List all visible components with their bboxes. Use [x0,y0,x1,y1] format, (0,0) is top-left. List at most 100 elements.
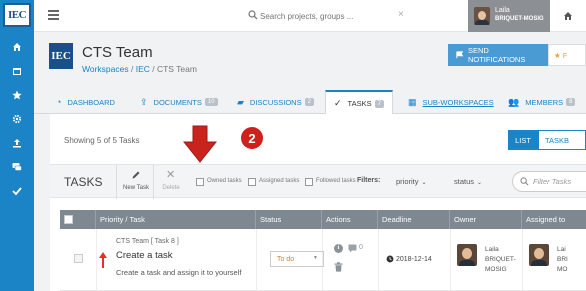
home-button[interactable] [550,0,586,32]
user-first-name: Laila [495,7,510,14]
iec-logo[interactable]: IEC [3,3,31,27]
status-value: status [454,177,475,186]
chevron-down-icon: ⌄ [421,180,427,186]
assigned-tasks-checkbox[interactable] [248,178,256,186]
followed-tasks-checkbox[interactable] [305,178,313,186]
tab-sub-workspaces[interactable]: ▦ SUB-WORKSPACES [408,90,494,114]
tab-count: 10 [204,98,218,106]
check-icon[interactable] [9,184,25,198]
trash-icon[interactable] [334,262,343,272]
gear-icon[interactable] [9,112,25,126]
chat-icon: ▰ [237,96,244,107]
filter-tasks-placeholder: Filter Tasks [533,177,572,186]
col-status[interactable]: Status [256,210,322,229]
home-icon[interactable] [9,40,25,54]
delete-button[interactable]: ✕ Delete [156,165,186,199]
send-notifications-button[interactable]: SEND NOTIFICATIONS [448,44,548,66]
delete-label: Delete [162,185,180,191]
status-dropdown[interactable]: status ⌄ [454,177,482,186]
assignee-name: Lai BRI MO [557,245,586,275]
select-all-checkbox[interactable] [64,215,73,224]
status-select[interactable]: To do ▼ [270,251,324,267]
owner-name: Laila BRIQUET- MOSIG [485,245,525,275]
new-task-button[interactable]: New Task [116,165,154,199]
search-icon [248,10,258,20]
breadcrumb-separator: / [149,64,157,74]
col-priority-task[interactable]: Priority / Task [96,210,256,229]
step-badge: 2 [241,127,263,149]
tab-documents[interactable]: ⇪ DOCUMENTS 10 [140,90,218,114]
user-menu[interactable]: Laila BRIQUET-MOSIG [468,0,550,32]
filter-tasks-input[interactable]: Filter Tasks [512,171,586,192]
col-assigned-to[interactable]: Assigned to [522,210,586,229]
tab-discussions[interactable]: ▰ DISCUSSIONS 2 [237,90,314,114]
owner-name-line: BRIQUET- [485,256,516,263]
tab-tasks[interactable]: ✓ TASKS 7 [325,90,393,115]
chat-icon[interactable] [9,160,25,174]
owner-name-line: Laila [485,246,499,253]
upload-icon: ⇪ [140,96,148,107]
tab-dashboard[interactable]: ◔ DASHBOARD [56,90,115,114]
check-icon: ✓ [334,98,342,108]
priority-dropdown[interactable]: priority ⌄ [396,177,427,186]
comment-count: 0 [359,244,363,251]
tab-label: MEMBERS [525,97,564,107]
tab-label: DISCUSSIONS [249,97,302,107]
tab-count: 7 [374,99,384,108]
list-view-button[interactable]: LIST [508,130,538,150]
pencil-icon [132,171,140,179]
table-row[interactable]: CTS Team [ Task 8 ] Create a task Create… [60,229,586,291]
tab-count: 8 [566,98,576,106]
task-name[interactable]: Create a task [116,250,173,261]
breadcrumb-separator: / [128,64,136,74]
col-deadline[interactable]: Deadline [378,210,450,229]
comment-icon[interactable] [348,244,358,253]
favorite-button[interactable]: ★ F [548,44,586,66]
status-value: To do [277,255,295,263]
calendar-icon[interactable] [9,64,25,78]
tasks-table-header: Priority / Task Status Actions Deadline … [60,210,586,229]
row-checkbox[interactable] [74,254,83,263]
search-clear-button[interactable]: × [398,9,404,20]
clock-icon [386,255,394,263]
team-logo: IEC [49,43,73,69]
showing-count: Showing 5 of 5 Tasks [64,136,140,145]
avatar[interactable] [529,244,549,266]
tab-label: DASHBOARD [67,97,115,107]
chevron-down-icon: ⌄ [477,180,483,186]
breadcrumb-iec[interactable]: IEC [136,64,150,74]
assignee-name-line: Lai [557,246,566,253]
menu-icon[interactable] [48,10,59,20]
upload-icon[interactable] [9,136,25,150]
task-context[interactable]: CTS Team [ Task 8 ] [116,238,179,245]
avatar[interactable] [457,244,477,266]
info-icon[interactable]: i [334,244,343,253]
table-icon: ▦ [408,96,417,107]
close-icon: ✕ [166,169,176,181]
taskboard-view-button[interactable]: TASKB [538,130,586,150]
filters-label: Filters: [357,177,381,184]
assignee-name-line: MO [557,266,568,273]
col-owner[interactable]: Owner [450,210,522,229]
new-task-label: New Task [123,185,149,191]
home-icon [564,12,572,20]
favorite-label: F [562,50,568,60]
breadcrumb-workspaces[interactable]: Workspaces [82,64,129,74]
breadcrumb-current: CTS Team [156,64,197,74]
tasks-panel: Showing 5 of 5 Tasks 2 LIST TASKB TASKS … [50,114,586,291]
star-icon[interactable] [9,88,25,102]
workspace-tabs: ◔ DASHBOARD ⇪ DOCUMENTS 10 ▰ DISCUSSIONS 2 ✓ T… [34,90,586,115]
search-input[interactable] [260,8,390,24]
select-all-cell [60,210,96,229]
workspace-header: IEC CTS Team Workspaces / IEC / CTS Team… [34,32,586,90]
owned-tasks-label: Owned tasks [207,178,242,184]
followed-tasks-label: Followed tasks [316,178,356,184]
tab-label: DOCUMENTS [153,97,202,107]
tab-members[interactable]: 👥 MEMBERS 8 [508,90,576,114]
priority-value: priority [396,177,419,186]
deadline-value: 2018-12-14 [396,255,432,263]
task-description: Create a task and assign it to yourself [116,268,242,277]
iec-logo-text: IEC [7,9,27,21]
owned-tasks-checkbox[interactable] [196,178,204,186]
tab-label: SUB-WORKSPACES [422,97,494,107]
